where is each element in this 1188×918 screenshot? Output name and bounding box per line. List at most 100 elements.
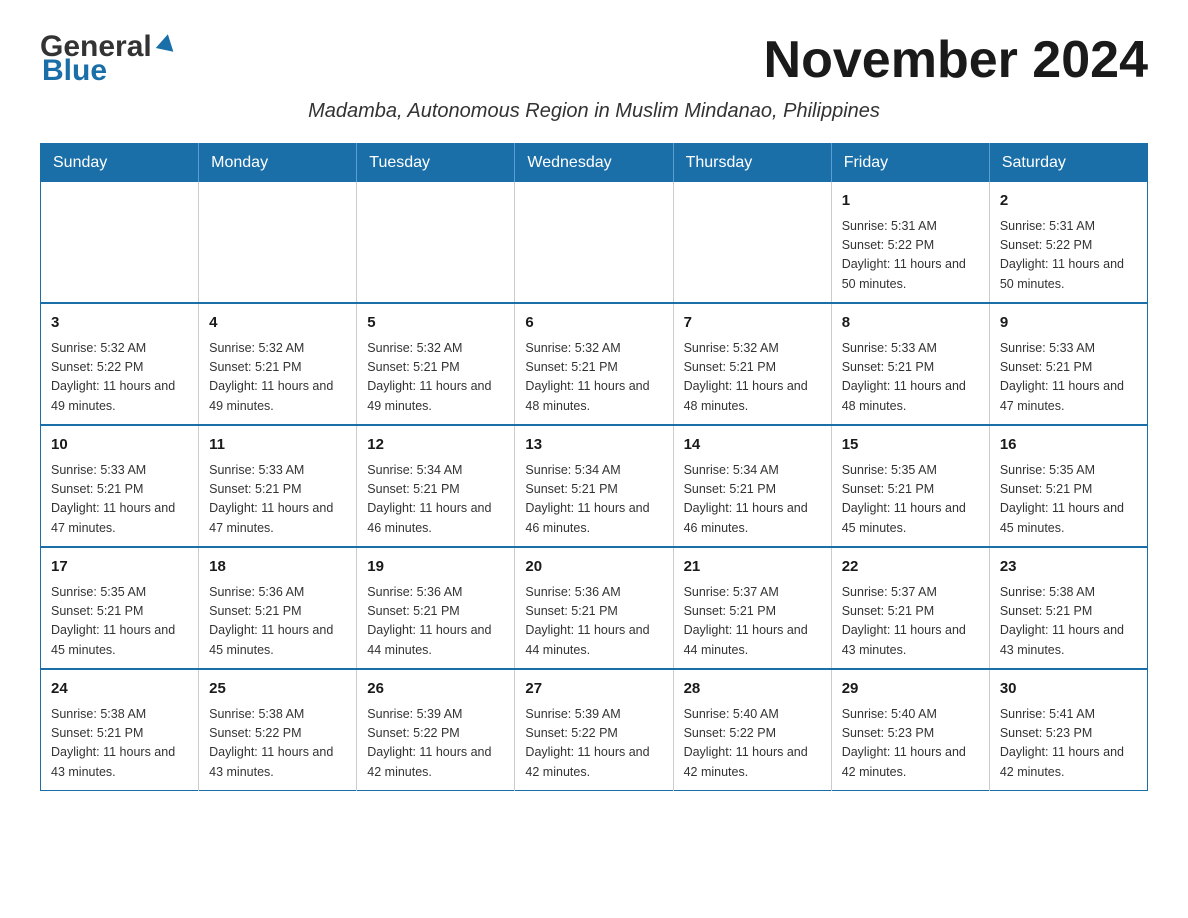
day-number: 19 (367, 556, 504, 579)
day-info: Sunrise: 5:35 AMSunset: 5:21 PMDaylight:… (842, 461, 979, 539)
weekday-header-wednesday: Wednesday (515, 144, 673, 183)
day-number: 20 (525, 556, 662, 579)
day-info: Sunrise: 5:36 AMSunset: 5:21 PMDaylight:… (525, 583, 662, 661)
calendar-cell: 11Sunrise: 5:33 AMSunset: 5:21 PMDayligh… (199, 425, 357, 547)
calendar-cell: 9 Sunrise: 5:33 AMSunset: 5:21 PMDaylight… (989, 303, 1147, 425)
day-number: 16 (1000, 434, 1137, 457)
day-number: 1 (842, 190, 979, 213)
day-number: 26 (367, 678, 504, 701)
day-info: Sunrise: 5:40 AMSunset: 5:23 PMDaylight:… (842, 705, 979, 783)
calendar-cell (357, 182, 515, 303)
calendar-cell: 10 Sunrise: 5:33 AMSunset: 5:21 PMDayligh… (41, 425, 199, 547)
day-info: Sunrise: 5:35 AMSunset: 5:21 PMDaylight:… (51, 583, 188, 661)
page-title: November 2024 (764, 30, 1148, 90)
day-info: Sunrise: 5:32 AMSunset: 5:21 PMDaylight:… (525, 339, 662, 417)
logo-triangle-icon (154, 31, 178, 55)
day-info: Sunrise: 5:33 AMSunset: 5:21 PMDaylight:… (842, 339, 979, 417)
calendar-cell: 2 Sunrise: 5:31 AMSunset: 5:22 PMDaylight… (989, 182, 1147, 303)
day-number: 15 (842, 434, 979, 457)
day-info: Sunrise: 5:38 AMSunset: 5:21 PMDaylight:… (1000, 583, 1137, 661)
day-info: Sunrise: 5:35 AMSunset: 5:21 PMDaylight:… (1000, 461, 1137, 539)
calendar-cell: 23 Sunrise: 5:38 AMSunset: 5:21 PMDayligh… (989, 547, 1147, 669)
day-number: 18 (209, 556, 346, 579)
day-info: Sunrise: 5:41 AMSunset: 5:23 PMDaylight:… (1000, 705, 1137, 783)
calendar-cell (41, 182, 199, 303)
day-number: 4 (209, 312, 346, 335)
calendar-week-5: 24 Sunrise: 5:38 AMSunset: 5:21 PMDayligh… (41, 669, 1148, 791)
day-info: Sunrise: 5:31 AMSunset: 5:22 PMDaylight:… (842, 217, 979, 295)
day-info: Sunrise: 5:38 AMSunset: 5:22 PMDaylight:… (209, 705, 346, 783)
day-number: 28 (684, 678, 821, 701)
day-info: Sunrise: 5:33 AMSunset: 5:21 PMDaylight:… (51, 461, 188, 539)
weekday-header-friday: Friday (831, 144, 989, 183)
weekday-header-thursday: Thursday (673, 144, 831, 183)
calendar-cell: 24 Sunrise: 5:38 AMSunset: 5:21 PMDayligh… (41, 669, 199, 791)
day-number: 27 (525, 678, 662, 701)
day-info: Sunrise: 5:37 AMSunset: 5:21 PMDaylight:… (842, 583, 979, 661)
calendar-cell: 1 Sunrise: 5:31 AMSunset: 5:22 PMDaylight… (831, 182, 989, 303)
calendar-cell: 22 Sunrise: 5:37 AMSunset: 5:21 PMDayligh… (831, 547, 989, 669)
day-number: 21 (684, 556, 821, 579)
day-info: Sunrise: 5:31 AMSunset: 5:22 PMDaylight:… (1000, 217, 1137, 295)
day-number: 12 (367, 434, 504, 457)
calendar-cell: 21 Sunrise: 5:37 AMSunset: 5:21 PMDayligh… (673, 547, 831, 669)
calendar-cell: 8 Sunrise: 5:33 AMSunset: 5:21 PMDaylight… (831, 303, 989, 425)
header: General Blue November 2024 (40, 30, 1148, 90)
day-number: 9 (1000, 312, 1137, 335)
day-number: 11 (209, 434, 346, 457)
day-number: 6 (525, 312, 662, 335)
logo: General Blue (40, 30, 180, 88)
calendar-cell: 20 Sunrise: 5:36 AMSunset: 5:21 PMDayligh… (515, 547, 673, 669)
calendar-cell: 5 Sunrise: 5:32 AMSunset: 5:21 PMDaylight… (357, 303, 515, 425)
calendar-cell: 19 Sunrise: 5:36 AMSunset: 5:21 PMDayligh… (357, 547, 515, 669)
day-info: Sunrise: 5:34 AMSunset: 5:21 PMDaylight:… (684, 461, 821, 539)
day-info: Sunrise: 5:34 AMSunset: 5:21 PMDaylight:… (367, 461, 504, 539)
calendar-cell: 13 Sunrise: 5:34 AMSunset: 5:21 PMDayligh… (515, 425, 673, 547)
calendar-cell: 18 Sunrise: 5:36 AMSunset: 5:21 PMDayligh… (199, 547, 357, 669)
calendar-cell: 17 Sunrise: 5:35 AMSunset: 5:21 PMDayligh… (41, 547, 199, 669)
day-number: 8 (842, 312, 979, 335)
day-number: 5 (367, 312, 504, 335)
calendar-cell: 3Sunrise: 5:32 AMSunset: 5:22 PMDaylight… (41, 303, 199, 425)
day-info: Sunrise: 5:38 AMSunset: 5:21 PMDaylight:… (51, 705, 188, 783)
weekday-header-saturday: Saturday (989, 144, 1147, 183)
day-info: Sunrise: 5:37 AMSunset: 5:21 PMDaylight:… (684, 583, 821, 661)
calendar-cell: 14 Sunrise: 5:34 AMSunset: 5:21 PMDayligh… (673, 425, 831, 547)
day-number: 10 (51, 434, 188, 457)
calendar-week-2: 3Sunrise: 5:32 AMSunset: 5:22 PMDaylight… (41, 303, 1148, 425)
weekday-header-sunday: Sunday (41, 144, 199, 183)
day-number: 14 (684, 434, 821, 457)
day-number: 23 (1000, 556, 1137, 579)
calendar-cell: 28 Sunrise: 5:40 AMSunset: 5:22 PMDayligh… (673, 669, 831, 791)
day-number: 17 (51, 556, 188, 579)
day-info: Sunrise: 5:40 AMSunset: 5:22 PMDaylight:… (684, 705, 821, 783)
day-number: 13 (525, 434, 662, 457)
day-info: Sunrise: 5:39 AMSunset: 5:22 PMDaylight:… (525, 705, 662, 783)
day-info: Sunrise: 5:33 AMSunset: 5:21 PMDaylight:… (1000, 339, 1137, 417)
day-info: Sunrise: 5:36 AMSunset: 5:21 PMDaylight:… (209, 583, 346, 661)
calendar-week-3: 10 Sunrise: 5:33 AMSunset: 5:21 PMDayligh… (41, 425, 1148, 547)
day-info: Sunrise: 5:32 AMSunset: 5:21 PMDaylight:… (684, 339, 821, 417)
calendar-cell: 25Sunrise: 5:38 AMSunset: 5:22 PMDayligh… (199, 669, 357, 791)
calendar-cell: 29Sunrise: 5:40 AMSunset: 5:23 PMDayligh… (831, 669, 989, 791)
calendar-week-1: 1 Sunrise: 5:31 AMSunset: 5:22 PMDaylight… (41, 182, 1148, 303)
calendar-cell: 4Sunrise: 5:32 AMSunset: 5:21 PMDaylight… (199, 303, 357, 425)
day-info: Sunrise: 5:39 AMSunset: 5:22 PMDaylight:… (367, 705, 504, 783)
logo-blue-text: Blue (42, 54, 107, 88)
day-number: 24 (51, 678, 188, 701)
calendar-cell: 7 Sunrise: 5:32 AMSunset: 5:21 PMDaylight… (673, 303, 831, 425)
calendar-week-4: 17 Sunrise: 5:35 AMSunset: 5:21 PMDayligh… (41, 547, 1148, 669)
calendar-cell: 16 Sunrise: 5:35 AMSunset: 5:21 PMDayligh… (989, 425, 1147, 547)
day-info: Sunrise: 5:34 AMSunset: 5:21 PMDaylight:… (525, 461, 662, 539)
day-number: 7 (684, 312, 821, 335)
calendar-cell: 12 Sunrise: 5:34 AMSunset: 5:21 PMDayligh… (357, 425, 515, 547)
day-number: 22 (842, 556, 979, 579)
calendar-cell: 15 Sunrise: 5:35 AMSunset: 5:21 PMDayligh… (831, 425, 989, 547)
day-info: Sunrise: 5:36 AMSunset: 5:21 PMDaylight:… (367, 583, 504, 661)
calendar-cell: 27 Sunrise: 5:39 AMSunset: 5:22 PMDayligh… (515, 669, 673, 791)
day-number: 2 (1000, 190, 1137, 213)
weekday-header-tuesday: Tuesday (357, 144, 515, 183)
calendar-table: SundayMondayTuesdayWednesdayThursdayFrid… (40, 143, 1148, 791)
weekday-header-monday: Monday (199, 144, 357, 183)
day-info: Sunrise: 5:32 AMSunset: 5:21 PMDaylight:… (367, 339, 504, 417)
